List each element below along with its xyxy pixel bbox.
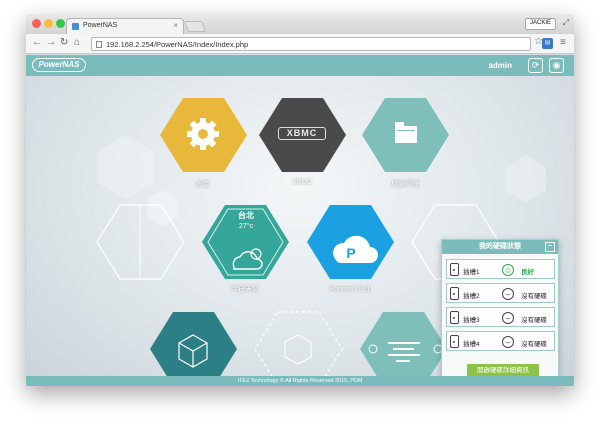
browser-window: PowerNAS × JACKIE ⤢ ← → ↻ ⌂ 192.168.2.25… <box>26 14 574 386</box>
close-window-icon[interactable] <box>32 19 41 28</box>
profile-badge[interactable]: JACKIE <box>524 18 556 30</box>
reload-icon[interactable]: ↻ <box>60 38 68 48</box>
gear-icon <box>187 118 219 150</box>
browser-toolbar: ← → ↻ ⌂ 192.168.2.254/PowerNAS/Index/Ind… <box>26 34 574 54</box>
forward-arrow-icon[interactable]: → <box>46 38 56 48</box>
powernas-app: PowerNAS admin ⟳ ◉ P XBMC 台北 27°c 設定 XBM… <box>26 55 574 386</box>
hard-drive-icon <box>450 263 459 276</box>
browser-tab[interactable]: PowerNAS × <box>66 18 184 34</box>
power-tools-label: Power小工具 <box>329 286 371 293</box>
page-icon <box>96 41 102 48</box>
maximize-window-icon[interactable] <box>56 19 65 28</box>
disk-panel-title: 我的硬碟狀態 <box>479 243 521 250</box>
files-label: 檔案管理 <box>391 181 419 188</box>
slot-status: 沒有硬碟 <box>521 341 547 348</box>
slot-name: 插槽1 <box>463 269 480 276</box>
xbmc-label: XBMC <box>291 179 313 186</box>
slot-name: 插槽4 <box>463 341 480 348</box>
minimize-window-icon[interactable] <box>44 19 53 28</box>
disk-status-panel: 我的硬碟狀態 − 插槽1 ☺ 良好 插槽2– 沒有硬碟 插槽3– 沒有硬碟 插槽4– 沒有硬碟 … <box>441 239 559 382</box>
hard-drive-icon <box>450 335 459 348</box>
fullscreen-icon[interactable]: ⤢ <box>563 18 569 28</box>
bg-cube-shape <box>98 135 154 199</box>
address-bar[interactable]: 192.168.2.254/PowerNAS/Index/Index.php <box>91 37 531 51</box>
favicon-icon <box>72 23 79 30</box>
disk-slot-row: 插槽1 ☺ 良好 <box>446 259 555 279</box>
weather-city: 台北 <box>238 211 254 220</box>
tab-close-icon[interactable]: × <box>173 21 178 30</box>
extension-icon[interactable]: ✉ <box>542 38 553 49</box>
home-icon[interactable]: ⌂ <box>74 38 80 48</box>
placeholder-hex-icon <box>284 334 312 365</box>
minimize-icon[interactable]: − <box>545 242 555 252</box>
slot-status: 良好 <box>521 269 534 276</box>
neutral-face-icon: – <box>502 312 514 324</box>
slot-name: 插槽3 <box>463 317 480 324</box>
weather-label: 今日天氣 <box>231 286 259 293</box>
add-app-placeholder-hex[interactable] <box>254 311 343 386</box>
hard-drive-icon <box>450 287 459 300</box>
svg-text:P: P <box>346 245 355 261</box>
disk-slot-row: 插槽2 – 沒有硬碟 <box>446 283 555 303</box>
title-bar: PowerNAS × JACKIE ⤢ <box>26 14 574 34</box>
tab-title: PowerNAS <box>83 22 118 29</box>
hard-drive-icon <box>450 311 459 324</box>
disk-panel-header: 我的硬碟狀態 − <box>442 240 558 254</box>
slot-name: 插槽2 <box>463 293 480 300</box>
menu-icon[interactable]: ≡ <box>560 38 566 48</box>
disk-slot-row: 插槽3 – 沒有硬碟 <box>446 307 555 327</box>
url-text: 192.168.2.254/PowerNAS/Index/Index.php <box>106 40 249 49</box>
weather-temp: 27°c <box>238 223 254 230</box>
xbmc-logo: XBMC <box>278 127 326 140</box>
disk-slot-row: 插槽4 – 沒有硬碟 <box>446 331 555 351</box>
smile-icon: ☺ <box>502 264 514 276</box>
neutral-face-icon: – <box>502 288 514 300</box>
slot-status: 沒有硬碟 <box>521 317 547 324</box>
new-tab-button[interactable] <box>183 21 207 32</box>
cube-app-hex[interactable] <box>150 312 237 386</box>
back-arrow-icon[interactable]: ← <box>32 38 42 48</box>
bg-cube-shape <box>506 155 546 203</box>
settings-label: 設定 <box>196 181 210 188</box>
neutral-face-icon: – <box>502 336 514 348</box>
slot-status: 沒有硬碟 <box>521 293 547 300</box>
app-footer: ITE2 Technology © All Rights Reserved 20… <box>26 376 574 386</box>
